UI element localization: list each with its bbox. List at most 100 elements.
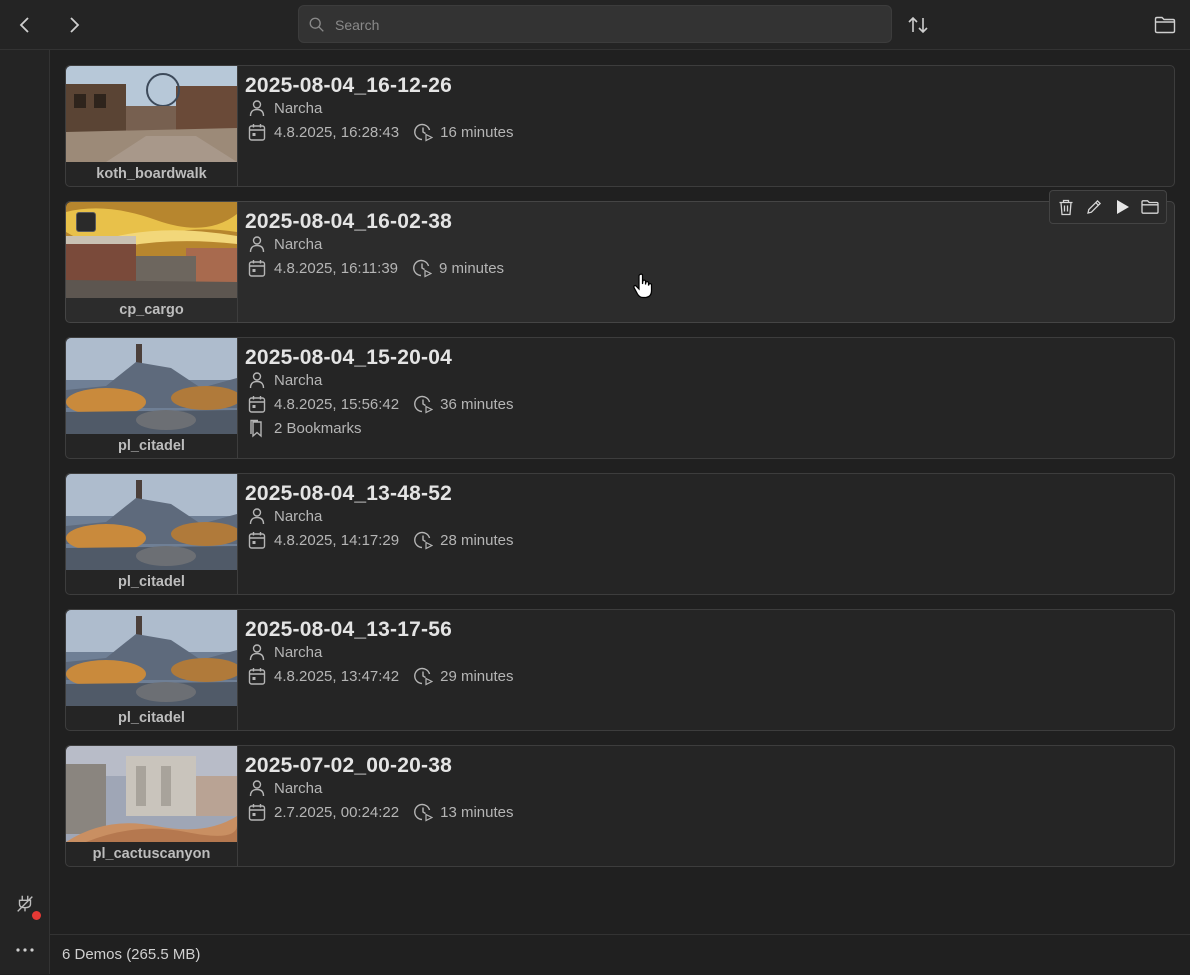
demo-title: 2025-08-04_13-48-52 [245,482,452,505]
select-checkbox[interactable] [76,212,96,232]
demo-duration: 13 minutes [440,803,514,821]
map-thumbnail: pl_citadel [66,610,238,730]
play-icon [1117,200,1129,214]
clock-play-icon [413,259,432,278]
map-name: cp_cargo [119,302,184,318]
clock-play-icon [414,531,434,550]
map-thumbnail: koth_boardwalk [66,66,238,186]
user-icon [249,372,265,389]
demo-actions [1049,190,1167,224]
map-name: koth_boardwalk [96,166,207,182]
demo-title: 2025-08-04_15-20-04 [245,346,452,369]
user-row: Narcha [247,641,322,663]
sort-icon [908,16,928,34]
demo-duration: 9 minutes [439,259,505,277]
info-row: 4.8.2025, 14:17:29 28 minutes [247,529,514,551]
clock-play-icon [414,123,434,142]
demo-count-summary: 6 Demos (265.5 MB) [62,946,201,963]
map-name: pl_citadel [118,438,185,454]
info-row: 4.8.2025, 16:28:43 16 minutes [247,121,514,143]
search-icon [309,17,324,32]
folder-icon [1141,200,1159,214]
demo-duration: 16 minutes [440,123,514,141]
map-preview-image [66,338,237,434]
back-button[interactable] [13,13,37,37]
calendar-icon [248,804,266,821]
map-preview-image [66,66,237,162]
calendar-icon [248,260,266,277]
calendar-icon [248,668,266,685]
user-row: Narcha [247,777,322,799]
map-thumbnail: pl_citadel [66,338,238,458]
demo-card[interactable]: pl_citadel 2025-08-04_13-17-56 Narcha 4.… [65,609,1175,731]
map-preview-image [66,746,237,842]
clock-play-icon [414,803,434,822]
more-icon[interactable] [13,938,37,962]
clock-play-icon [414,395,434,414]
info-row: 2.7.2025, 00:24:22 13 minutes [247,801,514,823]
sidebar [0,50,50,974]
demo-duration: 28 minutes [440,531,514,549]
sort-button[interactable] [906,13,930,37]
user-row: Narcha [247,369,322,391]
bookmarks-row: 2 Bookmarks [247,417,362,439]
demo-title: 2025-08-04_16-12-26 [245,74,452,97]
map-name: pl_cactuscanyon [92,846,211,862]
map-thumbnail: pl_citadel [66,474,238,594]
demo-date: 4.8.2025, 14:17:29 [274,531,400,549]
demo-date: 4.8.2025, 16:11:39 [274,259,398,277]
hand-cursor-icon [633,273,653,299]
calendar-icon [248,124,266,141]
connection-status-dot [32,911,41,920]
demo-card[interactable]: pl_citadel 2025-08-04_15-20-04 Narcha 4.… [65,337,1175,459]
user-name: Narcha [274,99,323,117]
demo-title: 2025-08-04_16-02-38 [245,210,452,233]
bookmark-count: 2 Bookmarks [274,419,362,437]
map-name: pl_citadel [118,574,185,590]
search-box[interactable] [298,5,892,44]
user-row: Narcha [247,505,322,527]
demo-date: 4.8.2025, 16:28:43 [274,123,400,141]
demo-duration: 36 minutes [440,395,514,413]
rename-button[interactable] [1084,197,1104,217]
user-icon [249,644,265,661]
user-name: Narcha [274,643,323,661]
top-bar [0,0,1190,50]
clock-play-icon [414,667,434,686]
trash-icon [1059,199,1073,216]
info-row: 4.8.2025, 16:11:39 9 minutes [247,257,504,279]
demo-date: 2.7.2025, 00:24:22 [274,803,400,821]
calendar-icon [248,396,266,413]
delete-button[interactable] [1056,197,1076,217]
demo-card[interactable]: koth_boardwalk 2025-08-04_16-12-26 Narch… [65,65,1175,187]
user-icon [249,236,265,253]
user-name: Narcha [274,507,323,525]
demo-duration: 29 minutes [440,667,514,685]
chevron-right-icon [70,17,80,33]
info-row: 4.8.2025, 15:56:42 36 minutes [247,393,514,415]
map-preview-image [66,610,237,706]
search-input[interactable] [333,6,877,44]
map-preview-image [66,474,237,570]
calendar-icon [248,532,266,549]
play-button[interactable] [1112,197,1132,217]
map-name: pl_citadel [118,710,185,726]
demo-card[interactable]: pl_cactuscanyon 2025-07-02_00-20-38 Narc… [65,745,1175,867]
forward-button[interactable] [62,13,86,37]
user-row: Narcha [247,233,322,255]
status-bar: 6 Demos (265.5 MB) [50,934,1190,975]
chevron-left-icon [19,17,29,33]
user-icon [249,780,265,797]
demo-title: 2025-08-04_13-17-56 [245,618,452,641]
demo-card[interactable]: cp_cargo 2025-08-04_16-02-38 Narcha 4.8.… [65,190,1175,323]
user-icon [249,508,265,525]
demo-date: 4.8.2025, 13:47:42 [274,667,400,685]
folder-icon [1154,16,1176,34]
info-row: 4.8.2025, 13:47:42 29 minutes [247,665,514,687]
open-folder-button[interactable] [1153,13,1177,37]
bookmark-icon [250,419,262,438]
show-in-folder-button[interactable] [1140,197,1160,217]
demo-card[interactable]: pl_citadel 2025-08-04_13-48-52 Narcha 4.… [65,473,1175,595]
user-name: Narcha [274,779,323,797]
user-icon [249,100,265,117]
